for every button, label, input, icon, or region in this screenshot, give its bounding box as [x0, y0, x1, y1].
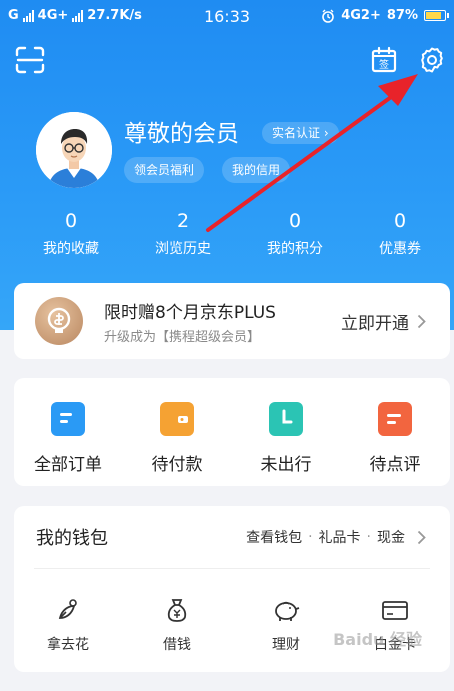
order-pending-review[interactable]: 待点评: [341, 402, 449, 475]
wallet-item-label: 拿去花: [47, 637, 89, 653]
calendar-icon-label: 签: [379, 58, 389, 71]
separator: ·: [366, 529, 371, 545]
settings-button[interactable]: [414, 42, 450, 78]
stat-value: 2: [176, 210, 190, 232]
alarm-icon: [322, 9, 335, 23]
wallet-links[interactable]: 查看钱包 · 礼品卡 · 现金: [246, 527, 426, 547]
separator: ·: [308, 529, 313, 545]
stat-label: 我的积分: [267, 241, 323, 257]
wallet-item-loan[interactable]: 借钱: [123, 596, 231, 654]
my-credit-button[interactable]: 我的信用: [222, 157, 291, 183]
wallet-link-view[interactable]: 查看钱包: [246, 527, 302, 547]
plus-activate-label: 立即开通: [341, 314, 409, 334]
wallet-item-finance[interactable]: 理财: [232, 596, 340, 654]
signin-calendar-button[interactable]: 签: [366, 42, 402, 78]
gear-icon: [421, 47, 443, 73]
scan-button[interactable]: [12, 42, 48, 78]
money-bag-icon: [167, 599, 187, 622]
stat-favorites[interactable]: 0 我的收藏: [14, 210, 128, 258]
chevron-right-icon: ›: [323, 126, 329, 140]
comment-icon: [378, 402, 412, 436]
piggy-bank-icon: [275, 601, 300, 621]
wallet-title: 我的钱包: [36, 528, 108, 549]
stat-value: 0: [64, 210, 78, 232]
member-name: 尊敬的会员: [124, 121, 239, 147]
calendar-icon: 签: [371, 46, 397, 73]
wallet-icon: [160, 402, 194, 436]
plus-title: 限时赠8个月京东PLUS: [104, 303, 276, 323]
plus-activate-button[interactable]: 立即开通: [341, 309, 426, 334]
clock-icon: [269, 402, 303, 436]
member-benefits-button[interactable]: 领会员福利: [124, 157, 205, 183]
wallet-item-label: 理财: [272, 637, 300, 653]
member-benefits-label: 领会员福利: [134, 163, 195, 177]
order-label: 待点评: [369, 455, 421, 475]
order-all[interactable]: 全部订单: [14, 402, 122, 475]
battery-percent: 87%: [386, 8, 418, 23]
all-orders-icon: [51, 402, 85, 436]
stats-row: 0 我的收藏 2 浏览历史 0 我的积分 0 优惠券: [0, 210, 454, 270]
order-pending-payment[interactable]: 待付款: [123, 402, 231, 475]
plus-badge-icon: [35, 297, 83, 345]
flower-icon: [58, 599, 77, 619]
user-avatar-illustration: [36, 112, 112, 188]
scan-icon: [15, 46, 45, 74]
order-label: 待付款: [151, 455, 203, 475]
stat-label: 我的收藏: [43, 241, 99, 257]
order-label: 全部订单: [34, 455, 102, 475]
orders-card: 全部订单 待付款 未出行 待点评: [14, 378, 450, 486]
watermark: Baidu 经验: [333, 630, 422, 649]
stat-coupons[interactable]: 0 优惠券: [343, 210, 454, 258]
battery-icon: [424, 10, 449, 21]
chevron-right-icon: [417, 314, 426, 329]
wallet-link-cash[interactable]: 现金: [377, 527, 405, 547]
wallet-item-label: 借钱: [163, 637, 191, 653]
stat-label: 优惠券: [379, 241, 421, 257]
network-label-right: 4G2+: [341, 8, 381, 23]
chevron-right-icon: [417, 530, 426, 544]
stat-value: 0: [393, 210, 407, 232]
divider: [34, 568, 430, 569]
stat-history[interactable]: 2 浏览历史: [126, 210, 240, 258]
wallet-link-giftcard[interactable]: 礼品卡: [319, 527, 361, 547]
wallet-card: 我的钱包 查看钱包 · 礼品卡 · 现金 拿去花 借钱 理财 白金卡 Baidu…: [14, 506, 450, 672]
stat-label: 浏览历史: [155, 241, 211, 257]
stat-value: 0: [288, 210, 302, 232]
stat-points[interactable]: 0 我的积分: [238, 210, 352, 258]
verify-identity-label: 实名认证: [272, 126, 321, 140]
my-credit-label: 我的信用: [232, 163, 281, 177]
order-upcoming[interactable]: 未出行: [232, 402, 340, 475]
card-icon: [382, 601, 408, 620]
plus-promo-card[interactable]: 限时赠8个月京东PLUS 升级成为【携程超级会员】 立即开通: [14, 283, 450, 359]
wallet-item-naquhua[interactable]: 拿去花: [14, 596, 122, 654]
verify-identity-button[interactable]: 实名认证 ›: [262, 122, 339, 144]
plus-subtitle: 升级成为【携程超级会员】: [104, 330, 261, 345]
battery-fill: [426, 12, 441, 19]
status-bar: G 4G+ 27.7K/s 16:33 4G2+ 87%: [0, 0, 454, 34]
avatar[interactable]: [36, 112, 112, 188]
order-label: 未出行: [260, 455, 312, 475]
